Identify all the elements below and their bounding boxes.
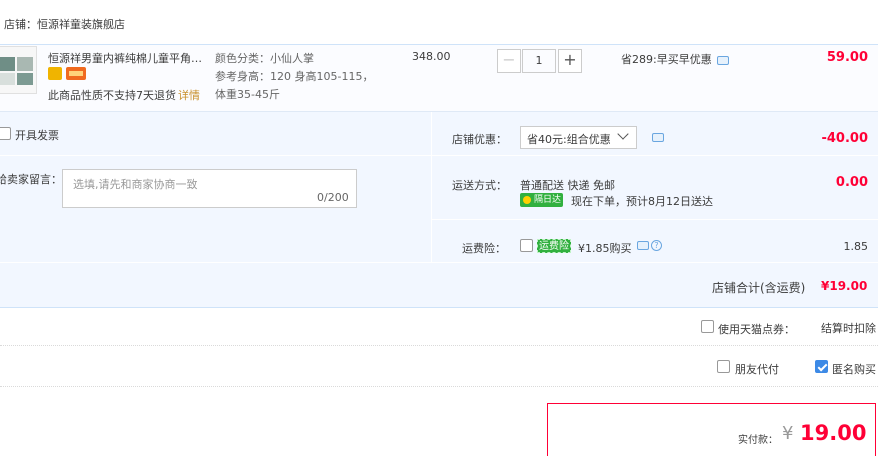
insurance-checkbox[interactable] — [520, 239, 533, 252]
insurance-tag: 运费险 — [537, 239, 571, 253]
payment-currency: ¥ — [782, 423, 794, 444]
panel-divider-h — [432, 219, 878, 220]
chat-icon[interactable] — [652, 133, 664, 142]
product-thumbnail[interactable] — [0, 46, 37, 94]
next-day-badge: 隔日达 — [520, 193, 563, 207]
store-discount-label: 店铺优惠： — [452, 133, 507, 146]
panel-divider-h — [432, 155, 878, 156]
dotted-divider — [0, 386, 878, 387]
next-day-badge-label: 隔日达 — [534, 195, 562, 205]
credit-card-icon — [66, 67, 86, 80]
friend-pay-label: 朋友代付 — [735, 363, 779, 376]
quantity-decrease-button[interactable]: − — [497, 49, 521, 73]
shipping-fee: 0.00 — [835, 175, 868, 190]
anonymous-label: 匿名购买 — [832, 363, 876, 376]
detail-link[interactable]: 详情 — [178, 87, 200, 103]
panel-divider-h — [0, 155, 431, 156]
tmall-points-checkbox[interactable] — [701, 320, 714, 333]
chat-icon[interactable] — [717, 56, 729, 65]
store-total-value: ¥19.00 — [821, 279, 868, 293]
friend-pay-checkbox[interactable] — [717, 360, 730, 373]
item-subtotal: 59.00 — [826, 50, 868, 65]
item-height-attr: 参考身高：120 身高105-115， — [215, 70, 374, 83]
store-bar — [0, 0, 878, 44]
tmall-points-label: 使用天猫点券： — [718, 323, 795, 336]
store-discount-amount: -40.00 — [821, 131, 868, 146]
no-return-notice: 此商品性质不支持7天退货 — [48, 89, 176, 102]
service-badge-icon — [48, 67, 62, 80]
payment-amount: 19.00 — [800, 421, 867, 445]
anonymous-checkbox[interactable] — [815, 360, 828, 373]
quantity-input[interactable]: 1 — [522, 49, 556, 73]
item-weight-attr: 体重35-45斤 — [215, 88, 280, 101]
panel-divider — [431, 112, 432, 262]
message-label: 给卖家留言： — [0, 173, 62, 186]
invoice-checkbox[interactable] — [0, 127, 11, 140]
shipping-method: 普通配送 快递 免邮 — [520, 179, 615, 192]
tmall-points-value: 结算时扣除 — [821, 322, 876, 335]
message-counter: 0/200 — [317, 191, 349, 204]
item-color-attr: 颜色分类：小仙人掌 — [215, 52, 314, 65]
shipping-eta: 现在下单，预计8月12日送达 — [571, 195, 713, 208]
insurance-amount: 1.85 — [843, 240, 869, 253]
lightning-icon — [523, 196, 531, 204]
payment-label: 实付款： — [738, 435, 778, 446]
item-title[interactable]: 恒源祥男童内裤纯棉儿童平角内... — [48, 50, 210, 66]
shipping-label: 运送方式： — [452, 179, 507, 192]
panel-divider-h — [0, 262, 878, 263]
dotted-divider — [0, 345, 878, 346]
unit-price: 348.00 — [412, 50, 451, 63]
promo-text: 省289:早买早优惠 — [621, 53, 712, 66]
store-discount-value: 省40元:组合优惠 — [527, 133, 611, 146]
message-placeholder: 选填,请先和商家协商一致 — [73, 178, 198, 191]
invoice-label: 开具发票 — [15, 129, 59, 142]
chat-icon[interactable] — [637, 241, 649, 250]
insurance-label: 运费险： — [462, 242, 506, 255]
insurance-price: ¥1.85购买 — [578, 242, 632, 255]
quantity-increase-button[interactable]: + — [558, 49, 582, 73]
store-total-label: 店铺合计(含运费) — [712, 281, 806, 295]
store-name[interactable]: 店铺：恒源祥童装旗舰店 — [4, 16, 125, 32]
help-icon[interactable]: ? — [651, 240, 662, 251]
